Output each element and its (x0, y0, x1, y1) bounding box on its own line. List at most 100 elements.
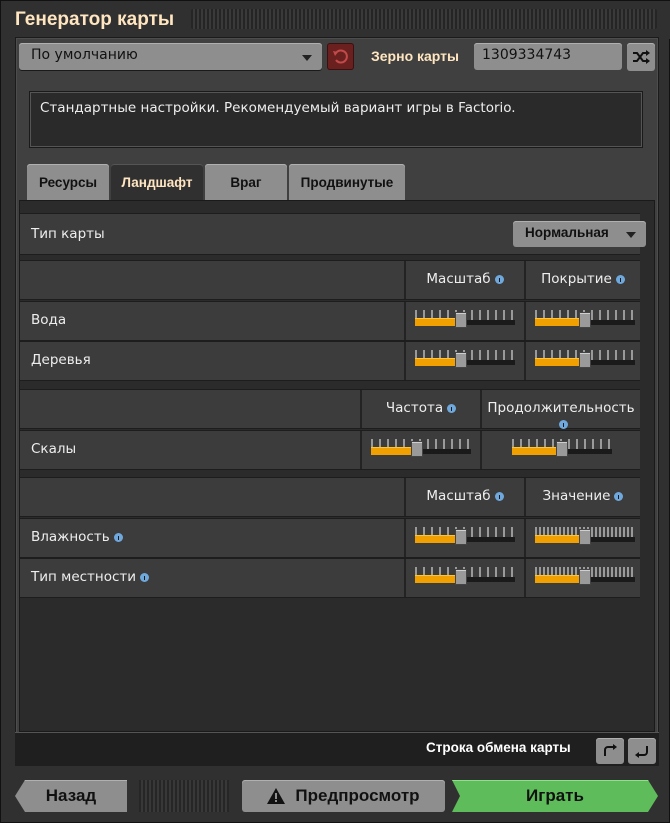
table-row: Влажность (20, 518, 640, 558)
import-icon (635, 746, 648, 758)
section1-col2-cell: Покрытие (524, 261, 640, 299)
slider-knob[interactable] (556, 441, 568, 457)
slider-knob[interactable] (579, 352, 591, 368)
export-icon (604, 744, 617, 756)
info-icon[interactable] (113, 532, 123, 542)
trees-label: Деревья (31, 352, 91, 368)
terrain-settings-panel: Тип карты Нормальная Масштаб Покрытие Во… (19, 200, 655, 732)
drag-handle[interactable] (191, 9, 657, 29)
moisture-scale-cell (404, 519, 524, 557)
tab-terrain[interactable]: Ландшафт (111, 164, 203, 200)
slider-knob[interactable] (455, 352, 467, 368)
preset-value: По умолчанию (31, 47, 138, 63)
terrain-type-scale-cell (404, 559, 524, 597)
water-coverage-cell (524, 302, 640, 340)
titlebar[interactable]: Генератор карты (1, 1, 670, 39)
play-button[interactable]: Играть (452, 780, 658, 812)
back-button[interactable]: Назад (15, 780, 127, 812)
rocks-label: Скалы (31, 441, 77, 457)
slider-knob[interactable] (579, 529, 591, 545)
table-row: Тип местности (20, 558, 640, 598)
map-type-dropdown[interactable]: Нормальная (513, 221, 646, 247)
terrain-type-label-text: Тип местности (31, 569, 137, 585)
section2-col2-text: Продолжительность (487, 400, 635, 416)
info-icon[interactable] (614, 491, 624, 501)
map-generator-window: Генератор карты По умолчанию Зерно карты… (0, 0, 670, 823)
drag-filler (139, 780, 229, 812)
section2-header: Частота Продолжительность (20, 389, 640, 429)
section2-col1-text: Частота (385, 400, 444, 416)
moisture-scale-slider[interactable] (415, 527, 515, 547)
map-type-label: Тип карты (31, 226, 105, 242)
map-type-row: Тип карты Нормальная (20, 213, 646, 255)
info-icon[interactable] (558, 419, 568, 429)
chevron-down-icon (302, 55, 312, 61)
water-coverage-slider[interactable] (535, 310, 635, 330)
chevron-down-icon (626, 232, 636, 238)
terrain-type-value-slider[interactable] (535, 567, 635, 587)
trees-coverage-slider[interactable] (535, 350, 635, 370)
seed-input[interactable]: 1309334743 (474, 43, 622, 70)
seed-label: Зерно карты (371, 48, 459, 64)
tab-advanced[interactable]: Продвинутые (289, 164, 405, 200)
section2-col2-cell: Продолжительность (480, 390, 640, 429)
terrain-type-scale-slider[interactable] (415, 567, 515, 587)
section1-header: Масштаб Покрытие (20, 260, 640, 300)
moisture-label-text: Влажность (31, 529, 110, 545)
tab-enemy[interactable]: Враг (205, 164, 287, 200)
water-label: Вода (31, 312, 67, 328)
section1-col1-cell: Масштаб (404, 261, 524, 299)
warning-icon (267, 788, 286, 804)
slider-knob[interactable] (455, 529, 467, 545)
section1-col2-header: Покрытие (526, 271, 640, 287)
slider-fill (535, 358, 585, 366)
water-scale-cell (404, 302, 524, 340)
info-icon[interactable] (140, 572, 150, 582)
rocks-frequency-slider[interactable] (371, 439, 471, 459)
section3-col1-header: Масштаб (406, 488, 524, 504)
slider-knob[interactable] (411, 441, 423, 457)
slider-knob[interactable] (455, 312, 467, 328)
reset-preset-button[interactable] (327, 43, 354, 70)
section3-col2-cell: Значение (524, 478, 640, 516)
shuffle-icon (633, 50, 650, 64)
info-icon[interactable] (615, 274, 625, 284)
rocks-duration-cell (480, 431, 640, 469)
table-row: Скалы (20, 430, 640, 470)
section3-header: Масштаб Значение (20, 477, 640, 517)
section3-col2-header: Значение (526, 488, 640, 504)
slider-knob[interactable] (579, 569, 591, 585)
rocks-duration-slider[interactable] (512, 439, 612, 459)
preset-description: Стандартные настройки. Рекомендуемый вар… (29, 91, 643, 148)
tab-resources[interactable]: Ресурсы (27, 164, 109, 200)
table-row: Деревья (20, 341, 640, 381)
section1-col1-text: Масштаб (426, 271, 491, 287)
water-scale-slider[interactable] (415, 310, 515, 330)
preset-dropdown[interactable]: По умолчанию (19, 43, 322, 70)
section3-col2-text: Значение (542, 488, 611, 504)
slider-fill (512, 447, 562, 455)
reset-icon (333, 49, 348, 64)
moisture-label: Влажность (31, 529, 123, 545)
info-icon[interactable] (494, 491, 504, 501)
moisture-value-cell (524, 519, 640, 557)
map-type-value: Нормальная (525, 225, 609, 240)
section1-col2-text: Покрытие (541, 271, 612, 287)
trees-scale-cell (404, 342, 524, 380)
slider-fill (535, 575, 585, 583)
exchange-string-label: Строка обмена карты (426, 740, 571, 755)
import-string-button[interactable] (628, 738, 656, 764)
moisture-value-slider[interactable] (535, 527, 635, 547)
trees-scale-slider[interactable] (415, 350, 515, 370)
table-row: Вода (20, 301, 640, 341)
terrain-type-label: Тип местности (31, 569, 150, 585)
terrain-type-value-cell (524, 559, 640, 597)
preview-button[interactable]: Предпросмотр (242, 780, 445, 812)
random-seed-button[interactable] (627, 43, 655, 71)
slider-knob[interactable] (455, 569, 467, 585)
info-icon[interactable] (447, 403, 457, 413)
info-icon[interactable] (494, 274, 504, 284)
section3-col1-cell: Масштаб (404, 478, 524, 516)
export-string-button[interactable] (596, 738, 624, 764)
slider-knob[interactable] (579, 312, 591, 328)
